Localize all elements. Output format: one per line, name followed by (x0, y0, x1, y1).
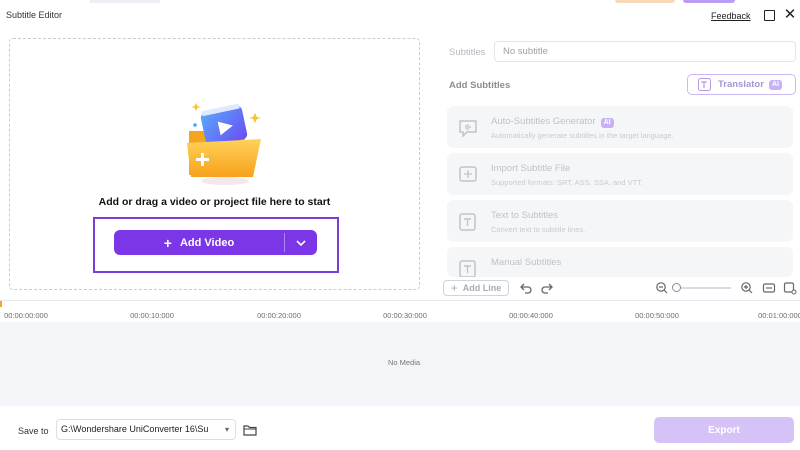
folder-icon[interactable] (243, 424, 257, 436)
manual-subtitles-card[interactable]: Manual Subtitles (447, 247, 793, 277)
add-video-split-button: + Add Video (114, 230, 317, 255)
fit-icon[interactable] (762, 281, 776, 295)
text-to-subtitles-card[interactable]: Text to Subtitles Convert text to subtit… (447, 200, 793, 242)
window-title: Subtitle Editor (6, 10, 63, 20)
card-title: Text to Subtitles (491, 210, 559, 221)
title-bar: Subtitle Editor Feedback ✕ (0, 0, 800, 30)
top-tab-decoration (90, 0, 160, 3)
translator-button[interactable]: Translator AI (687, 74, 796, 95)
plus-icon: + (450, 281, 458, 295)
top-tab-decoration (683, 0, 735, 3)
subtitle-select[interactable]: No subtitle (494, 41, 796, 62)
save-path-select[interactable]: G:\Wondershare UniConverter 16\Su ▾ (56, 419, 236, 440)
card-description: Convert text to subtitle lines. (491, 225, 586, 234)
add-video-dropdown[interactable] (285, 230, 317, 255)
time-tick: 00:00:40:000 (509, 311, 553, 320)
export-button[interactable]: Export (654, 417, 794, 443)
card-description: Automatically generate subtitles in the … (491, 131, 674, 140)
zoom-out-icon[interactable] (655, 281, 669, 295)
import-subtitle-file-card[interactable]: Import Subtitle File Supported formats: … (447, 153, 793, 195)
subtitles-label: Subtitles (449, 47, 486, 58)
auto-subtitles-generator-card[interactable]: Auto-Subtitles Generator AI Automatically… (447, 106, 793, 148)
settings-icon[interactable] (783, 281, 797, 295)
save-path-value: G:\Wondershare UniConverter 16\Su (61, 424, 209, 434)
chevron-down-icon: ▾ (224, 425, 229, 434)
plus-icon: + (163, 234, 172, 251)
card-title: Manual Subtitles (491, 257, 562, 268)
save-to-label: Save to (18, 426, 49, 436)
drop-instruction: Add or drag a video or project file here… (98, 196, 331, 208)
ai-badge: AI (600, 118, 614, 128)
chevron-down-icon (296, 239, 306, 246)
add-line-label: Add Line (462, 283, 502, 293)
time-tick: 00:00:20:000 (257, 311, 301, 320)
text-to-subtitle-icon (459, 213, 476, 231)
manual-subtitle-icon (459, 260, 476, 277)
add-video-button[interactable]: + Add Video (114, 230, 284, 255)
ai-badge: AI (768, 79, 782, 90)
translate-icon (698, 78, 711, 91)
no-media-text: No Media (387, 358, 421, 367)
time-tick: 00:00:10:000 (130, 311, 174, 320)
zoom-slider-track[interactable] (676, 287, 731, 289)
time-tick: 00:00:00:000 (4, 311, 48, 320)
time-tick: 00:00:50:000 (635, 311, 679, 320)
time-tick: 00:00:30:000 (383, 311, 427, 320)
video-folder-icon (187, 103, 261, 185)
redo-icon[interactable] (540, 281, 554, 295)
add-video-label: Add Video (179, 236, 235, 249)
video-drop-zone[interactable]: Add or drag a video or project file here… (9, 38, 420, 290)
add-subtitles-heading: Add Subtitles (449, 80, 511, 91)
auto-subtitle-icon (459, 120, 477, 138)
card-description: Supported formats: SRT, ASS, SSA, and VT… (491, 178, 644, 187)
zoom-in-icon[interactable] (740, 281, 754, 295)
maximize-icon[interactable] (762, 8, 776, 22)
feedback-link[interactable]: Feedback (711, 11, 751, 21)
card-title: Auto-Subtitles Generator AI (491, 116, 614, 128)
undo-icon[interactable] (519, 281, 533, 295)
top-tab-decoration (615, 0, 675, 3)
add-line-button[interactable]: + Add Line (443, 280, 509, 296)
zoom-slider-handle[interactable] (672, 283, 681, 292)
translator-label: Translator (718, 79, 764, 90)
timeline[interactable]: 00:00:00:000 00:00:10:000 00:00:20:000 0… (0, 300, 800, 406)
timeline-ruler[interactable]: 00:00:00:000 00:00:10:000 00:00:20:000 0… (0, 300, 800, 322)
import-subtitle-icon (459, 166, 477, 182)
close-icon[interactable]: ✕ (783, 7, 797, 22)
card-title: Import Subtitle File (491, 163, 571, 174)
time-tick: 00:01:00:000 (758, 311, 800, 320)
playhead[interactable] (0, 301, 2, 307)
